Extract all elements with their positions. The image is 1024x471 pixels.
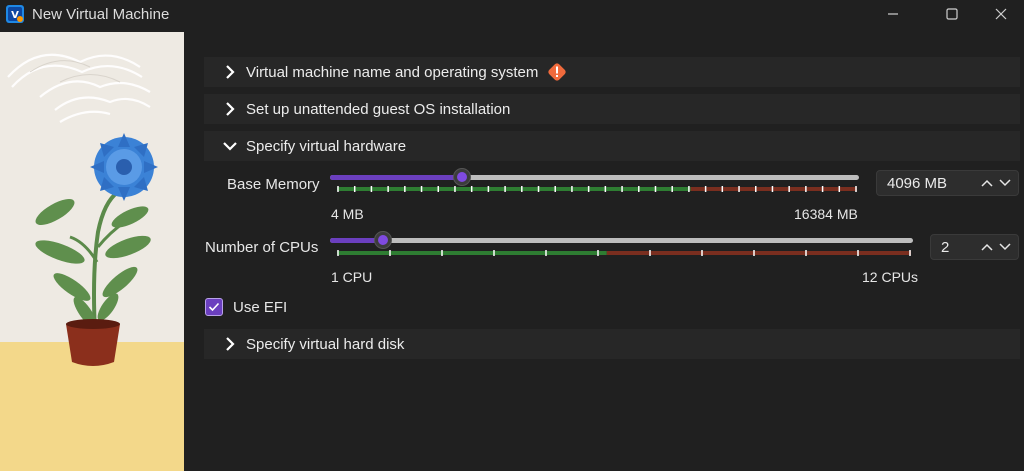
close-button[interactable] bbox=[978, 0, 1024, 28]
tick-mark bbox=[337, 250, 339, 256]
tick-mark bbox=[404, 186, 406, 192]
tick-mark bbox=[571, 186, 573, 192]
tick-mark bbox=[521, 186, 523, 192]
tick-mark bbox=[545, 250, 547, 256]
minimize-button[interactable] bbox=[870, 0, 916, 28]
tick-mark bbox=[337, 186, 339, 192]
base-memory-spinbox[interactable]: 4096 MB bbox=[876, 170, 1019, 196]
title-bar: V New Virtual Machine bbox=[0, 0, 1024, 32]
cpus-min-label: 1 CPU bbox=[331, 269, 373, 285]
tick-mark bbox=[353, 186, 356, 192]
tick-mark bbox=[857, 250, 859, 256]
tick-mark bbox=[805, 250, 807, 256]
tick-mark bbox=[838, 186, 841, 192]
tick-mark bbox=[554, 186, 556, 192]
tick-mark bbox=[688, 186, 690, 192]
tick-mark bbox=[855, 186, 857, 192]
chevron-down-icon bbox=[218, 134, 242, 158]
tick-mark bbox=[587, 186, 590, 192]
section-hardware-label: Specify virtual hardware bbox=[246, 137, 407, 155]
tick-mark bbox=[370, 186, 373, 192]
tick-mark bbox=[437, 186, 440, 192]
tick-mark bbox=[649, 250, 651, 256]
tick-mark bbox=[604, 186, 607, 192]
tick-mark bbox=[470, 186, 473, 192]
chevron-right-icon bbox=[218, 60, 242, 84]
chevron-up-icon[interactable] bbox=[980, 178, 994, 188]
tick-mark bbox=[821, 186, 824, 192]
chevron-up-icon[interactable] bbox=[980, 242, 994, 252]
app-icon: V bbox=[6, 5, 24, 23]
base-memory-min-label: 4 MB bbox=[331, 206, 364, 222]
tick-mark bbox=[754, 186, 757, 192]
tick-mark bbox=[788, 186, 790, 192]
tick-mark bbox=[671, 186, 673, 192]
tick-mark bbox=[704, 186, 707, 192]
wizard-illustration bbox=[0, 32, 184, 471]
tick-mark bbox=[738, 186, 740, 192]
cpus-tick-bar bbox=[337, 250, 911, 256]
tick-mark bbox=[487, 186, 490, 192]
tick-mark bbox=[441, 250, 443, 256]
maximize-icon bbox=[946, 8, 958, 20]
warning-icon bbox=[548, 63, 567, 81]
close-icon bbox=[995, 8, 1007, 20]
maximize-button[interactable] bbox=[929, 0, 975, 28]
cpus-max-label: 12 CPUs bbox=[862, 269, 919, 285]
use-efi-label[interactable]: Use EFI bbox=[233, 299, 287, 316]
chevron-right-icon bbox=[218, 97, 242, 121]
section-name-os-label: Virtual machine name and operating syste… bbox=[246, 63, 539, 81]
section-unattended-label: Set up unattended guest OS installation bbox=[246, 100, 511, 118]
tick-mark bbox=[654, 186, 657, 192]
tick-mark bbox=[753, 250, 755, 256]
tick-mark bbox=[621, 186, 623, 192]
tick-mark bbox=[420, 186, 423, 192]
tick-mark bbox=[805, 186, 807, 192]
slider-fill bbox=[330, 175, 463, 180]
tick-mark bbox=[504, 186, 506, 192]
cpus-spinbox[interactable]: 2 bbox=[930, 234, 1019, 260]
slider-thumb[interactable] bbox=[374, 231, 392, 249]
base-memory-tick-bar bbox=[337, 186, 857, 192]
tick-mark bbox=[387, 186, 389, 192]
minimize-icon bbox=[888, 13, 898, 15]
tick-mark bbox=[493, 250, 495, 256]
chevron-down-icon[interactable] bbox=[998, 242, 1012, 252]
tick-mark bbox=[771, 186, 774, 192]
base-memory-label: Base Memory bbox=[227, 176, 320, 193]
base-memory-max-label: 16384 MB bbox=[794, 206, 858, 222]
section-hardware[interactable]: Specify virtual hardware bbox=[204, 131, 1020, 161]
cpus-label: Number of CPUs bbox=[205, 239, 319, 256]
tick-mark bbox=[597, 250, 599, 256]
tick-mark bbox=[701, 250, 703, 256]
slider-track bbox=[330, 238, 913, 243]
window-title: New Virtual Machine bbox=[32, 6, 170, 23]
section-name-os[interactable]: Virtual machine name and operating syste… bbox=[204, 57, 1020, 87]
checkmark-icon bbox=[208, 302, 220, 312]
tick-mark bbox=[537, 186, 540, 192]
tick-mark bbox=[721, 186, 724, 192]
base-memory-value[interactable]: 4096 MB bbox=[887, 175, 980, 192]
tick-mark bbox=[389, 250, 391, 256]
tick-mark bbox=[909, 250, 911, 256]
chevron-down-icon[interactable] bbox=[998, 178, 1012, 188]
tick-mark bbox=[454, 186, 456, 192]
chevron-right-icon bbox=[218, 332, 242, 356]
slider-thumb[interactable] bbox=[453, 168, 472, 186]
cpus-value[interactable]: 2 bbox=[941, 239, 980, 256]
section-hard-disk[interactable]: Specify virtual hard disk bbox=[204, 329, 1020, 359]
tick-mark bbox=[638, 186, 640, 192]
cpus-slider[interactable] bbox=[330, 231, 913, 252]
section-unattended[interactable]: Set up unattended guest OS installation bbox=[204, 94, 1020, 124]
use-efi-checkbox[interactable] bbox=[205, 298, 223, 316]
section-hard-disk-label: Specify virtual hard disk bbox=[246, 335, 405, 353]
